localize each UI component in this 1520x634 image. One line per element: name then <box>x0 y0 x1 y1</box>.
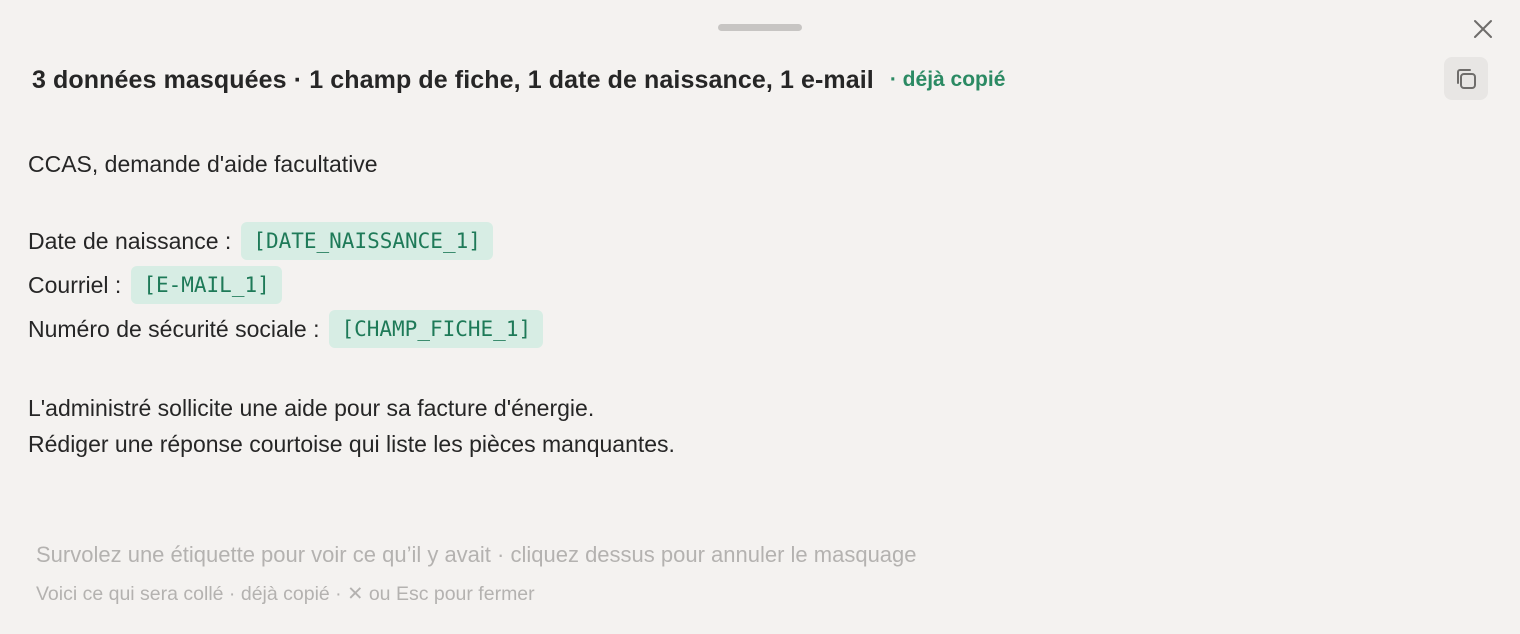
field-row: Date de naissance : [DATE_NAISSANCE_1] <box>28 221 493 261</box>
body-text-1: L'administré sollicite une aide pour sa … <box>28 394 595 421</box>
drag-handle[interactable] <box>718 24 802 31</box>
panel-title: 3 données masquées · 1 champ de fiche, 1… <box>32 65 874 94</box>
intro-line: CCAS, demande d'aide facultative <box>28 144 378 184</box>
copy-icon <box>1457 68 1476 89</box>
field-label-courriel: Courriel : <box>28 271 122 298</box>
body-text-2: Rédiger une réponse courtoise qui liste … <box>28 430 675 457</box>
mask-tag-email[interactable]: [E-MAIL_1] <box>131 266 282 304</box>
copied-status: · déjà copié <box>889 68 1006 91</box>
field-row: Numéro de sécurité sociale : [CHAMP_FICH… <box>28 309 544 349</box>
field-row: Courriel : [E-MAIL_1] <box>28 265 282 305</box>
body-line: Rédiger une réponse courtoise qui liste … <box>28 424 675 464</box>
field-label-date-naissance: Date de naissance : <box>28 227 232 254</box>
hover-hint: Survolez une étiquette pour voir ce qu’i… <box>36 542 917 567</box>
copy-button[interactable] <box>1444 57 1488 100</box>
field-label-securite-sociale: Numéro de sécurité sociale : <box>28 315 320 342</box>
close-icon <box>1474 20 1492 38</box>
close-button[interactable] <box>1468 14 1498 44</box>
panel-header: 3 données masquées · 1 champ de fiche, 1… <box>32 60 1005 100</box>
paste-hint: Voici ce qui sera collé · déjà copié · ✕… <box>36 583 535 605</box>
body-line: L'administré sollicite une aide pour sa … <box>28 388 594 428</box>
intro-text: CCAS, demande d'aide facultative <box>28 150 378 177</box>
masking-preview-panel: 3 données masquées · 1 champ de fiche, 1… <box>0 0 1520 634</box>
mask-tag-date-naissance[interactable]: [DATE_NAISSANCE_1] <box>241 222 493 260</box>
mask-tag-champ-fiche[interactable]: [CHAMP_FICHE_1] <box>329 310 544 348</box>
